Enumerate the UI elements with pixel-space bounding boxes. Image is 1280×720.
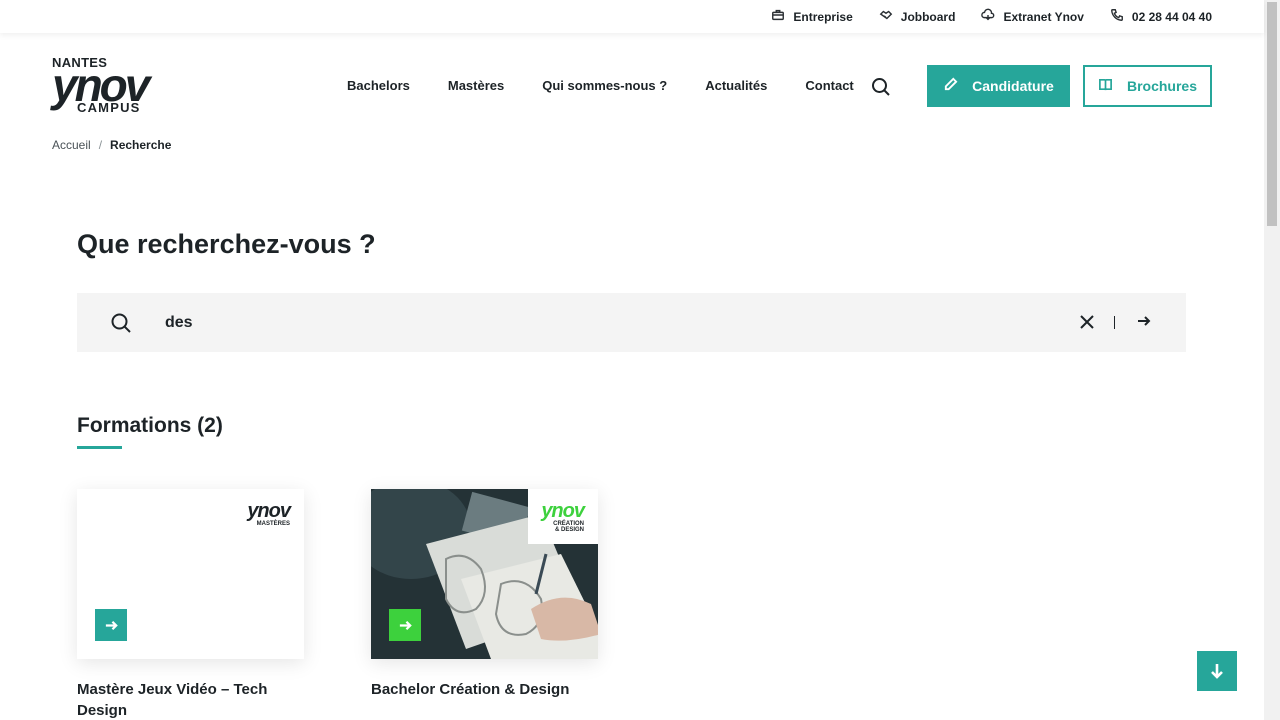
book-icon <box>1098 77 1113 95</box>
entreprise-label: Entreprise <box>793 9 853 24</box>
entreprise-link[interactable]: Entreprise <box>771 8 853 25</box>
handshake-icon <box>879 8 893 25</box>
badge-sub: CRÉATION & DESIGN <box>553 521 584 533</box>
search-input[interactable] <box>165 308 1045 338</box>
jobboard-link[interactable]: Jobboard <box>879 8 956 25</box>
pencil-icon <box>943 77 958 95</box>
scroll-down-button[interactable] <box>1197 651 1237 691</box>
nav-item-actualites[interactable]: Actualités <box>705 78 767 93</box>
candidature-label: Candidature <box>972 78 1054 94</box>
arrow-right-icon[interactable] <box>1136 313 1154 331</box>
section-underline <box>77 446 122 449</box>
ynov-masteres-logo: ynov MASTÈRES <box>234 489 304 544</box>
page-title: Que recherchez-vous ? <box>77 229 376 259</box>
formation-card[interactable]: ynov CRÉATION & DESIGN Bachelor Création… <box>371 489 598 700</box>
nav-item-qui-sommes-nous[interactable]: Qui sommes-nous ? <box>542 78 667 93</box>
nav-item-bachelors[interactable]: Bachelors <box>347 78 410 93</box>
formation-card[interactable]: ynov MASTÈRES Mastère Jeux Vidéo – Tech … <box>77 489 304 720</box>
ynov-creation-design-logo: ynov CRÉATION & DESIGN <box>528 489 598 544</box>
badge-sub: MASTÈRES <box>256 521 290 527</box>
main-nav: Bachelors Mastères Qui sommes-nous ? Act… <box>347 78 892 93</box>
section-title: Formations (2) <box>77 414 223 437</box>
extranet-link[interactable]: Extranet Ynov <box>981 8 1084 25</box>
search-divider <box>1114 316 1115 329</box>
close-icon[interactable] <box>1078 313 1096 331</box>
card-title[interactable]: Mastère Jeux Vidéo – Tech Design <box>77 679 304 720</box>
ynov-campus-logo[interactable]: NANTES ynov CAMPUS <box>52 55 156 117</box>
arrow-right-icon <box>399 620 412 630</box>
breadcrumb-home[interactable]: Accueil <box>52 138 91 152</box>
badge-brand: ynov <box>247 500 291 522</box>
card-arrow-button[interactable] <box>95 609 127 641</box>
arrow-down-icon <box>1211 664 1223 679</box>
brochures-label: Brochures <box>1126 78 1198 94</box>
search-bar <box>77 293 1186 352</box>
breadcrumb-separator: / <box>98 138 103 152</box>
scrollbar-thumb[interactable] <box>1267 2 1277 226</box>
card-title[interactable]: Bachelor Création & Design <box>371 679 598 700</box>
arrow-right-icon <box>105 620 118 630</box>
brochures-button[interactable]: Brochures <box>1083 65 1212 107</box>
cloud-icon <box>981 8 995 25</box>
page-scrollbar[interactable] <box>1264 0 1280 720</box>
nav-item-contact[interactable]: Contact <box>805 78 853 93</box>
phone-label: 02 28 44 04 40 <box>1131 9 1212 24</box>
nav-item-masteres[interactable]: Mastères <box>448 78 504 93</box>
badge-brand: ynov <box>541 500 585 522</box>
logo-sub: CAMPUS <box>77 100 141 115</box>
top-utility-bar: Entreprise Jobboard Extranet Ynov 02 28 … <box>0 0 1264 33</box>
briefcase-icon <box>771 8 785 25</box>
card-thumbnail[interactable]: ynov MASTÈRES <box>77 489 304 659</box>
breadcrumb-current: Recherche <box>110 138 172 152</box>
extranet-label: Extranet Ynov <box>1003 9 1084 24</box>
card-thumbnail[interactable]: ynov CRÉATION & DESIGN <box>371 489 598 659</box>
card-arrow-button[interactable] <box>389 609 421 641</box>
jobboard-label: Jobboard <box>900 9 956 24</box>
utility-links: Entreprise Jobboard Extranet Ynov 02 28 … <box>771 0 1212 33</box>
phone-link[interactable]: 02 28 44 04 40 <box>1110 8 1212 25</box>
search-icon[interactable] <box>871 77 891 97</box>
breadcrumb: Accueil / Recherche <box>52 138 171 152</box>
phone-icon <box>1110 8 1124 25</box>
search-icon <box>110 312 132 334</box>
candidature-button[interactable]: Candidature <box>927 65 1070 107</box>
